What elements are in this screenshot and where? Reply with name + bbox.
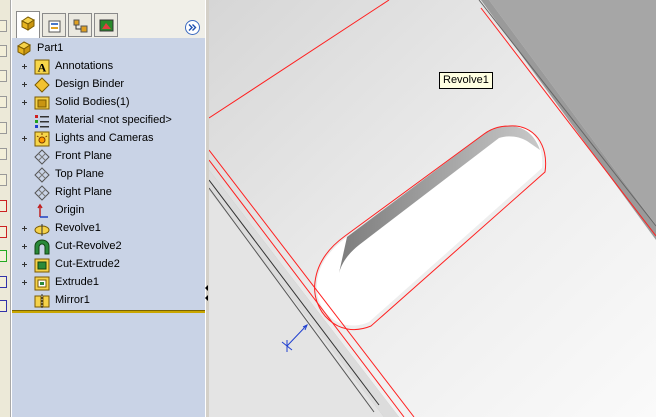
- feature-tree-icon: [21, 16, 35, 31]
- tree-item-right-plane[interactable]: Right Plane: [12, 184, 206, 202]
- tree-root[interactable]: Part1: [12, 40, 206, 58]
- expand-icon[interactable]: [22, 226, 27, 231]
- graphics-viewport[interactable]: [209, 0, 656, 417]
- tree-item-extrude1[interactable]: Extrude1: [12, 274, 206, 292]
- feature-manager-tab[interactable]: [16, 11, 40, 38]
- tree-item-label: Right Plane: [55, 186, 112, 198]
- tree-item-mirror1[interactable]: Mirror1: [12, 292, 206, 310]
- dim-xpert-manager-tab[interactable]: [94, 13, 118, 37]
- design-binder-icon: [34, 77, 50, 93]
- plane-icon: [34, 185, 50, 201]
- expand-icon[interactable]: [22, 82, 27, 87]
- annotations-icon: A: [34, 59, 50, 75]
- material-icon: [35, 115, 49, 128]
- tree-item-design-binder[interactable]: Design Binder: [12, 76, 206, 94]
- tree-item-label: Revolve1: [55, 222, 101, 234]
- tree-item-cut-extrude2[interactable]: Cut-Extrude2: [12, 256, 206, 274]
- tree-item-label: Front Plane: [55, 150, 112, 162]
- property-manager-icon: [48, 20, 61, 33]
- tree-root-label: Part1: [37, 42, 64, 54]
- strip-button[interactable]: [0, 226, 7, 238]
- plane-icon: [34, 167, 50, 183]
- strip-button[interactable]: [0, 20, 7, 32]
- tree-item-material[interactable]: Material <not specified>: [12, 112, 206, 130]
- svg-text:A: A: [38, 61, 47, 75]
- tree-item-revolve1[interactable]: Revolve1: [12, 220, 206, 238]
- part-icon: [17, 41, 31, 56]
- feature-tooltip: Revolve1: [439, 72, 493, 89]
- origin-icon: [37, 203, 48, 218]
- tree-item-annotations[interactable]: A Annotations: [12, 58, 206, 76]
- feature-manager-panel: Part1 A Annotations Design Binder Solid …: [11, 0, 207, 417]
- strip-button[interactable]: [0, 148, 7, 160]
- tree-item-lights-cameras[interactable]: Lights and Cameras: [12, 130, 206, 148]
- tree-item-label: Lights and Cameras: [55, 132, 154, 144]
- tree-item-label: Origin: [55, 204, 85, 216]
- strip-button[interactable]: [0, 122, 7, 134]
- solid-bodies-icon: [34, 96, 50, 110]
- expand-icon[interactable]: [22, 244, 27, 249]
- configuration-manager-icon: [73, 19, 88, 33]
- tree-item-origin[interactable]: Origin: [12, 202, 206, 220]
- collapse-panel-button[interactable]: [185, 20, 200, 35]
- manager-tabs: [12, 0, 206, 39]
- tree-item-cut-revolve2[interactable]: Cut-Revolve2: [12, 238, 206, 256]
- revolve-icon: [34, 224, 50, 236]
- strip-button[interactable]: [0, 250, 7, 262]
- part-model: [209, 0, 656, 417]
- tree-item-label: Design Binder: [55, 78, 125, 90]
- strip-button[interactable]: [0, 96, 7, 108]
- feature-tree: Part1 A Annotations Design Binder Solid …: [12, 38, 206, 311]
- expand-icon[interactable]: [22, 64, 27, 69]
- strip-button[interactable]: [0, 300, 7, 312]
- double-chevron-right-icon: [188, 24, 197, 31]
- strip-button[interactable]: [0, 200, 7, 212]
- expand-icon[interactable]: [22, 262, 27, 267]
- lights-cameras-icon: [34, 131, 50, 147]
- cut-revolve-icon: [34, 239, 50, 255]
- expand-icon[interactable]: [22, 280, 27, 285]
- tree-item-label: Extrude1: [55, 276, 100, 288]
- configuration-manager-tab[interactable]: [68, 13, 92, 37]
- strip-button[interactable]: [0, 45, 7, 57]
- tree-item-label: Annotations: [55, 60, 114, 72]
- cut-extrude-icon: [34, 258, 50, 273]
- left-command-strip: [0, 0, 11, 417]
- strip-button[interactable]: [0, 70, 7, 82]
- tree-item-label: Solid Bodies(1): [55, 96, 130, 108]
- strip-button[interactable]: [0, 276, 7, 288]
- display-manager-icon: [99, 19, 114, 32]
- extrude-icon: [34, 276, 50, 291]
- plane-icon: [34, 149, 50, 165]
- expand-icon[interactable]: [22, 136, 27, 141]
- tree-item-front-plane[interactable]: Front Plane: [12, 148, 206, 166]
- tree-item-solid-bodies[interactable]: Solid Bodies(1): [12, 94, 206, 112]
- expand-icon[interactable]: [22, 100, 27, 105]
- tree-item-label: Cut-Extrude2: [55, 258, 120, 270]
- tree-item-label: Mirror1: [55, 294, 90, 306]
- strip-button[interactable]: [0, 174, 7, 186]
- tree-item-label: Cut-Revolve2: [55, 240, 122, 252]
- rollback-bar[interactable]: [12, 310, 206, 313]
- tree-item-label: Material <not specified>: [55, 114, 172, 126]
- tree-item-label: Top Plane: [55, 168, 104, 180]
- mirror-icon: [34, 294, 50, 308]
- tree-item-top-plane[interactable]: Top Plane: [12, 166, 206, 184]
- property-manager-tab[interactable]: [42, 13, 66, 37]
